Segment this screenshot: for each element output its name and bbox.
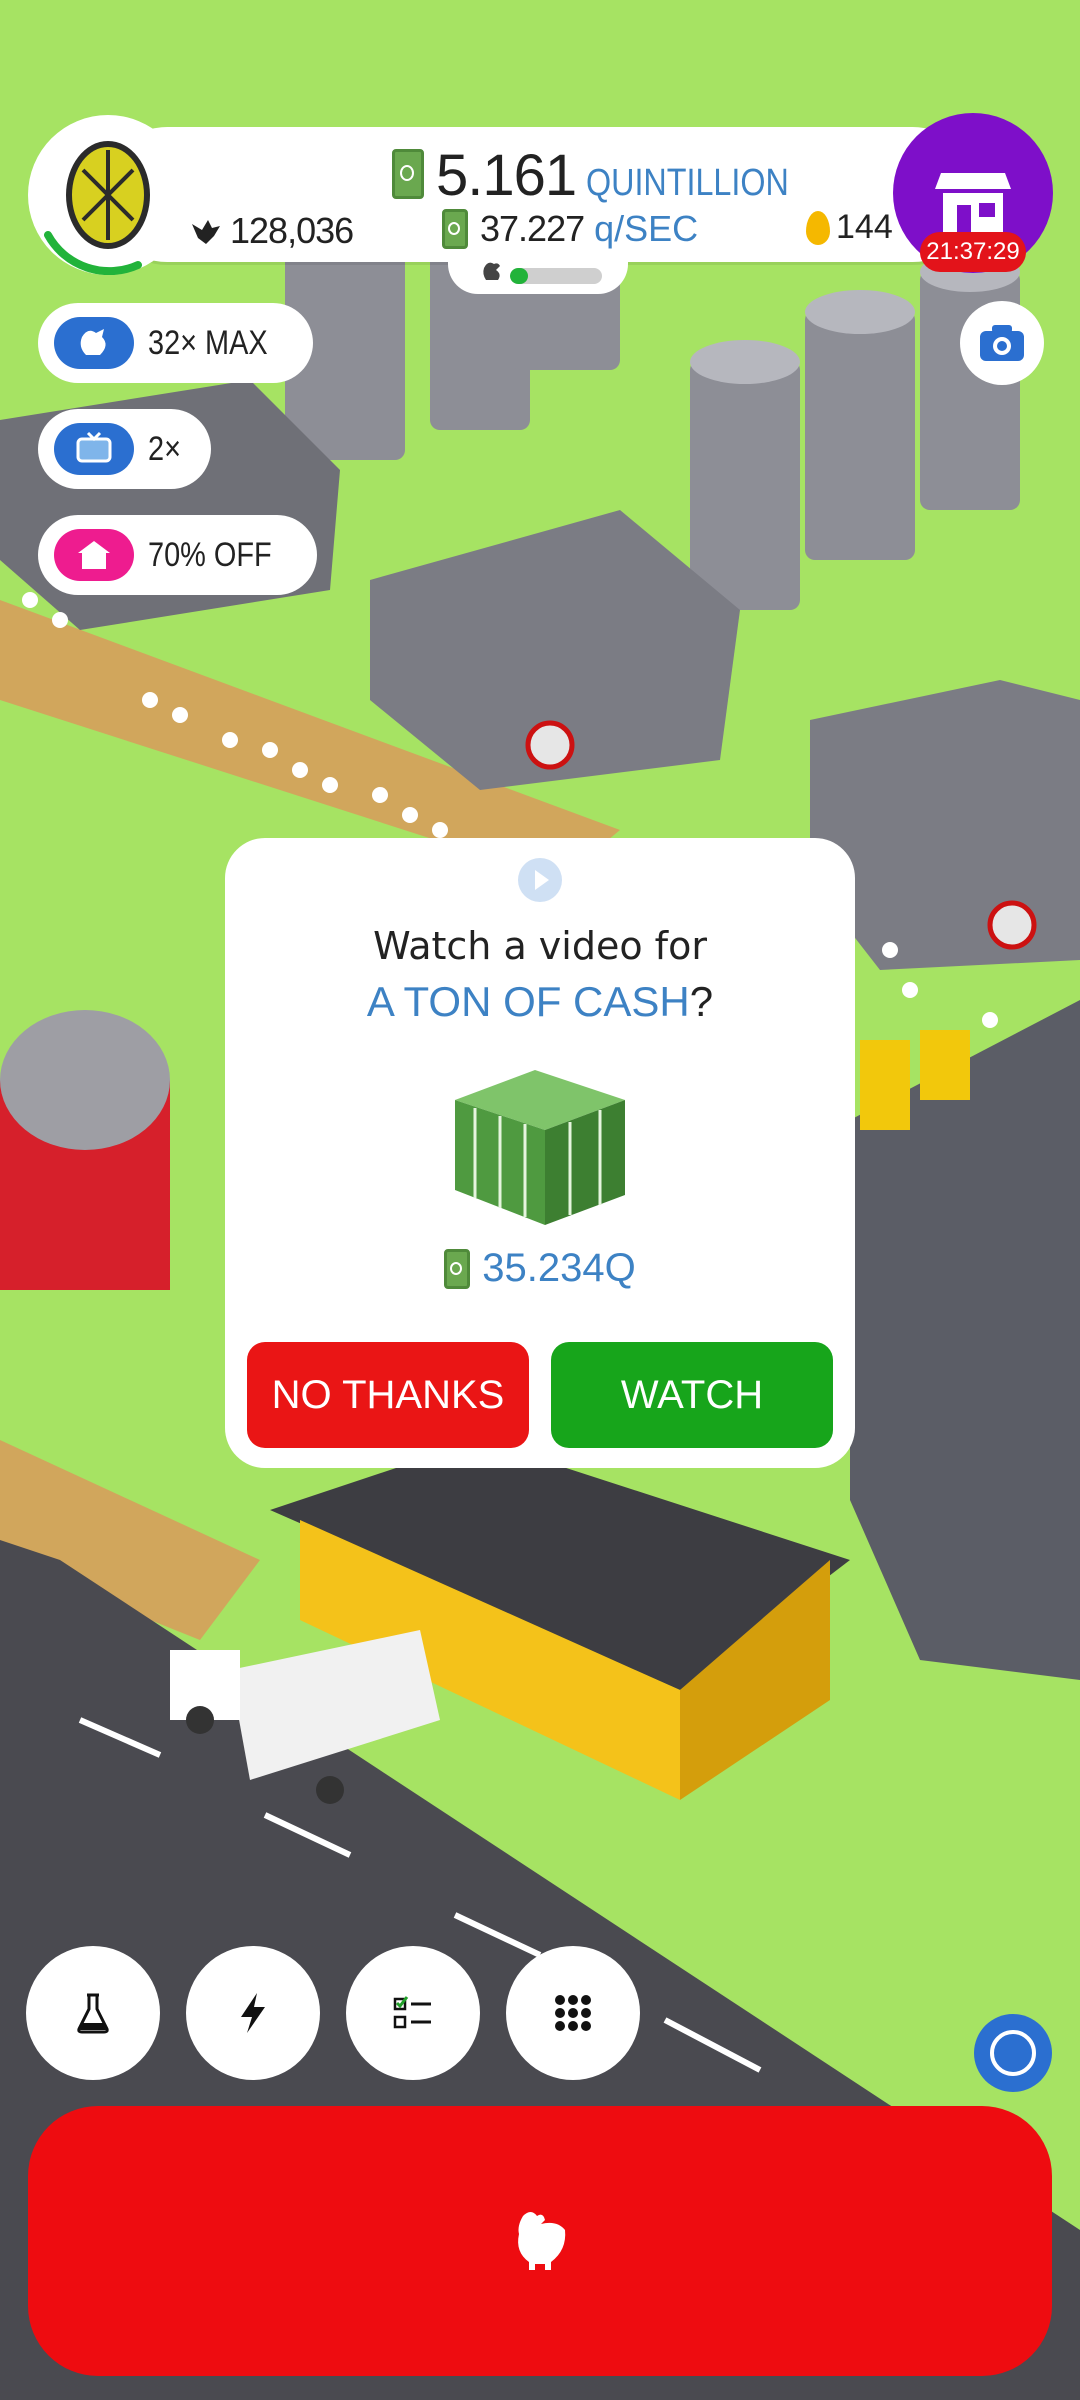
- golden-egg-count: 144: [836, 208, 893, 246]
- video-offer-dialog: Watch a video for A TON OF CASH? 35.234Q…: [225, 838, 855, 1468]
- lightning-icon: [241, 1993, 265, 2033]
- house-icon: [54, 529, 134, 581]
- shop-timer: 21:37:29: [920, 232, 1026, 272]
- earning-rate: 37.227 q/SEC: [442, 208, 698, 250]
- reward-display: 35.234Q: [225, 1246, 855, 1291]
- menu-button[interactable]: [506, 1946, 640, 2080]
- hatch-chicken-button[interactable]: [28, 2106, 1052, 2376]
- dialog-question-mark: ?: [689, 978, 714, 1025]
- flask-icon: [77, 1993, 109, 2034]
- current-egg-button[interactable]: [28, 115, 188, 275]
- boost-tv-label: 2×: [148, 429, 181, 468]
- cash-display: 5.161 QUINTILLION: [392, 142, 825, 208]
- chicken-count-value: 128,036: [230, 210, 354, 251]
- chicken-silhouette-icon: [483, 262, 500, 280]
- checklist-icon: [393, 1996, 431, 2029]
- boost-tv-pill[interactable]: 2×: [38, 409, 211, 489]
- cash-value: 5.161: [436, 143, 577, 208]
- boost-chicken-pill[interactable]: 32× MAX: [38, 303, 313, 383]
- chicken-icon: [518, 2212, 566, 2270]
- cash-stack-icon: [455, 1070, 625, 1225]
- camera-button[interactable]: [960, 301, 1044, 385]
- boost-chicken-label: 32× MAX: [148, 323, 268, 362]
- chicken-icon: [54, 317, 134, 369]
- golden-egg-icon: [806, 210, 830, 245]
- golden-eggs: 144: [806, 208, 893, 247]
- habitat-progress-bar: [510, 268, 602, 284]
- play-icon: [518, 858, 562, 902]
- watch-button[interactable]: WATCH: [551, 1342, 833, 1448]
- chicken-count: 128,036: [188, 210, 354, 252]
- boost-sale-label: 70% OFF: [148, 535, 272, 574]
- rate-value: 37.227: [480, 208, 585, 249]
- missions-button[interactable]: [346, 1946, 480, 2080]
- research-button[interactable]: [26, 1946, 160, 2080]
- cash-icon: [444, 1248, 471, 1289]
- camera-view-button[interactable]: [974, 2014, 1052, 2092]
- reward-value: 35.234Q: [482, 1246, 636, 1290]
- tv-icon: [54, 423, 134, 475]
- cash-icon: [442, 209, 468, 249]
- cash-unit: QUINTILLION: [586, 162, 789, 204]
- grid-icon: [555, 1995, 591, 2031]
- cash-icon: [392, 149, 424, 199]
- chicken-icon: [192, 220, 220, 244]
- dialog-line2: A TON OF CASH?: [225, 978, 855, 1026]
- dialog-line1: Watch a video for: [373, 924, 707, 968]
- boost-sale-pill[interactable]: 70% OFF: [38, 515, 318, 595]
- boosts-button[interactable]: [186, 1946, 320, 2080]
- camera-icon: [980, 325, 1024, 361]
- rate-unit: q/SEC: [594, 208, 699, 249]
- no-thanks-button[interactable]: NO THANKS: [247, 1342, 529, 1448]
- dialog-highlight: A TON OF CASH: [366, 978, 690, 1025]
- egg-icon: [44, 141, 150, 275]
- habitat-progress-fill: [510, 268, 529, 284]
